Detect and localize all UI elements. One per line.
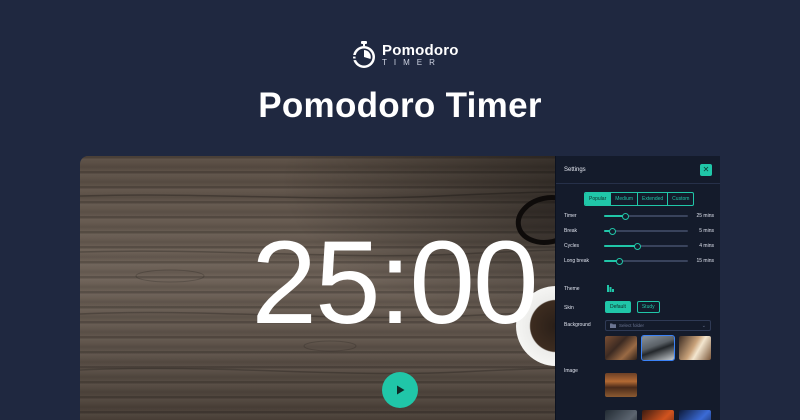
tab-extended[interactable]: Extended xyxy=(638,193,669,205)
skin-options: Default Study xyxy=(605,301,660,313)
slider-value: 5 mins xyxy=(699,228,714,234)
close-icon: ✕ xyxy=(702,164,710,174)
brand-name: Pomodoro xyxy=(382,42,459,59)
cycles-slider[interactable] xyxy=(604,242,688,250)
theme-icon[interactable] xyxy=(607,285,614,292)
settings-title: Settings xyxy=(564,166,586,173)
background-thumbnail[interactable] xyxy=(605,336,637,360)
background-thumbnail-selected[interactable] xyxy=(641,335,675,361)
background-select[interactable]: Select folder ⌄ xyxy=(605,320,711,331)
slider-label: Long break xyxy=(564,258,590,264)
timer-display: 25:00 xyxy=(251,217,538,349)
slider-value: 25 mins xyxy=(696,213,714,219)
background-thumbnail[interactable] xyxy=(679,336,711,360)
slider-row-cycles: Cycles 4 mins xyxy=(564,241,714,251)
image-thumbnail[interactable] xyxy=(642,410,674,420)
brand-subtitle: TIMER xyxy=(382,58,442,67)
image-label: Image xyxy=(564,368,578,374)
chevron-down-icon: ⌄ xyxy=(701,322,706,329)
tab-popular[interactable]: Popular xyxy=(585,193,612,205)
image-thumbnail[interactable] xyxy=(605,373,637,397)
slider-thumb[interactable] xyxy=(608,227,616,235)
brand-logo: Pomodoro TIMER xyxy=(350,40,459,70)
preset-tabs: Popular Medium Extended Custom xyxy=(584,192,695,206)
play-icon xyxy=(397,385,405,395)
slider-row-long-break: Long break 15 mins xyxy=(564,256,714,266)
settings-header: Settings ✕ xyxy=(556,156,720,184)
timer-slider[interactable] xyxy=(604,212,688,220)
tab-custom[interactable]: Custom xyxy=(668,193,693,205)
slider-thumb[interactable] xyxy=(634,242,642,250)
skin-default-button[interactable]: Default xyxy=(605,301,631,313)
image-thumbnail[interactable] xyxy=(605,410,637,420)
slider-value: 15 mins xyxy=(696,258,714,264)
slider-value: 4 mins xyxy=(699,243,714,249)
slider-label: Break xyxy=(564,228,578,234)
slider-thumb[interactable] xyxy=(621,212,629,220)
break-slider[interactable] xyxy=(604,227,688,235)
folder-icon xyxy=(610,323,616,328)
background-select-placeholder: Select folder xyxy=(619,323,645,328)
stopwatch-icon xyxy=(351,41,375,68)
slider-row-break: Break 5 mins xyxy=(564,226,714,236)
slider-row-timer: Timer 25 mins xyxy=(564,211,714,221)
long-break-slider[interactable] xyxy=(604,257,688,265)
background-label: Background xyxy=(564,322,591,328)
slider-label: Cycles xyxy=(564,243,580,249)
theme-label: Theme xyxy=(564,286,580,292)
image-thumbnail[interactable] xyxy=(679,410,711,420)
tab-medium[interactable]: Medium xyxy=(611,193,639,205)
skin-label: Skin xyxy=(564,305,574,311)
close-button[interactable]: ✕ xyxy=(700,163,712,176)
page-title: Pomodoro Timer xyxy=(258,86,542,125)
slider-thumb[interactable] xyxy=(615,257,623,265)
slider-label: Timer xyxy=(564,213,577,219)
settings-panel: Settings ✕ Popular Medium Extended Custo… xyxy=(555,156,720,420)
play-button[interactable] xyxy=(382,372,418,408)
skin-study-button[interactable]: Study xyxy=(636,301,660,313)
